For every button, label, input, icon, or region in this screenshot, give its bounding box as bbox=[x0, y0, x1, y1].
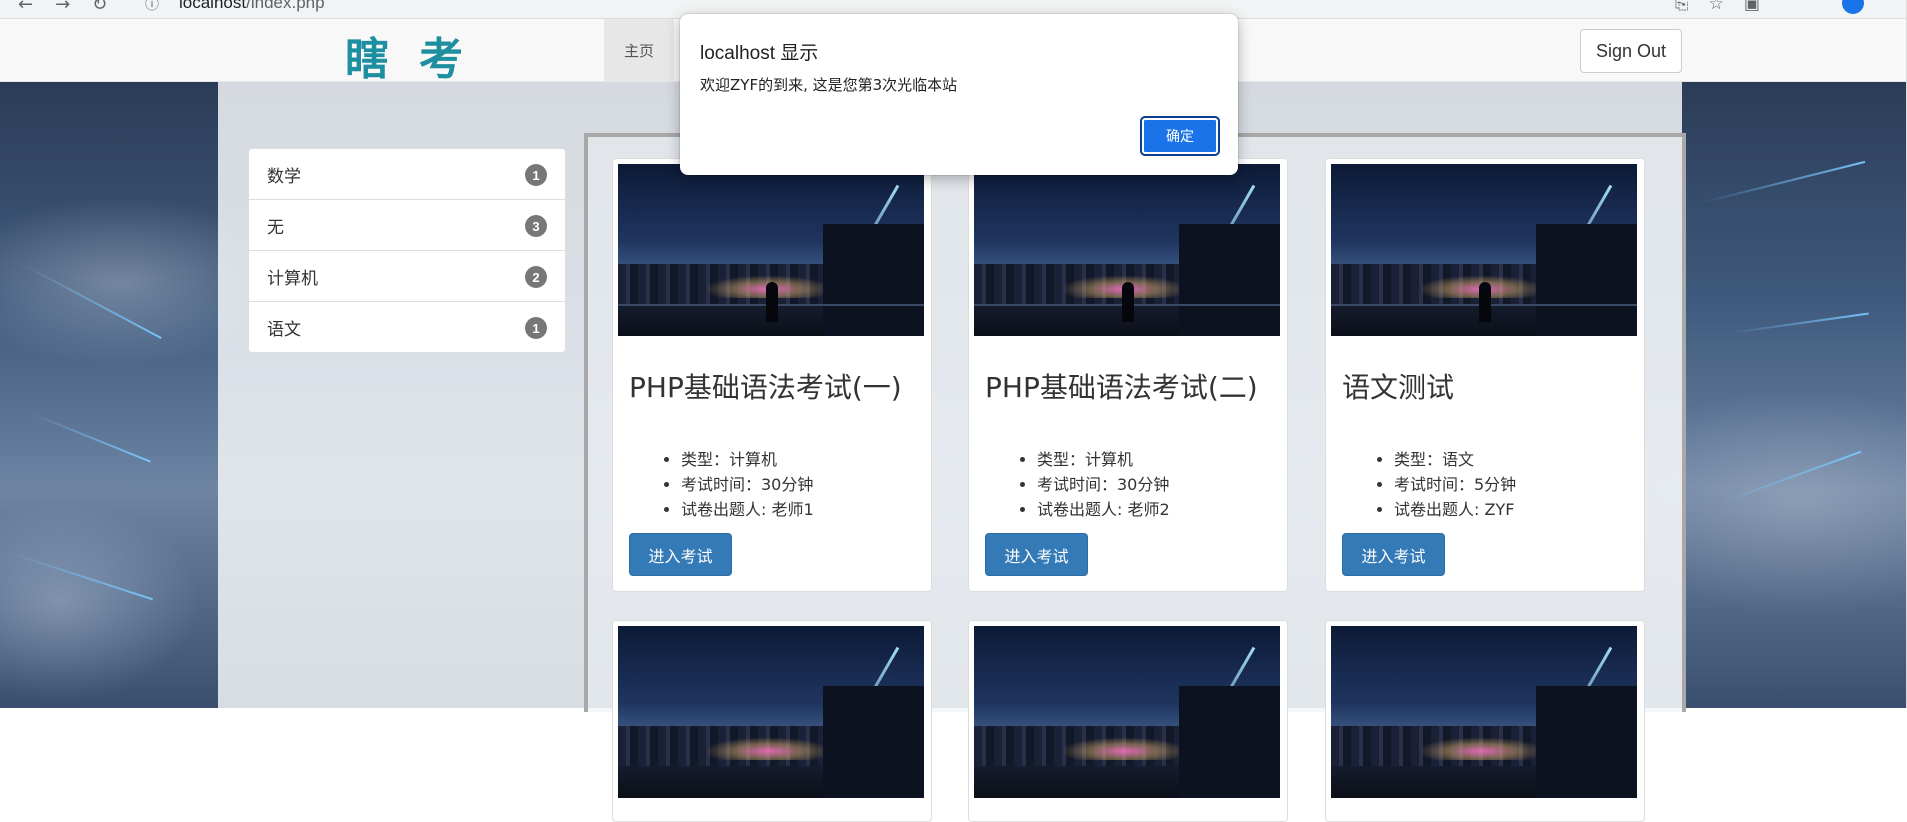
category-item[interactable]: 语文 1 bbox=[249, 302, 565, 352]
category-label: 语文 bbox=[267, 319, 301, 340]
exam-author: 试卷出题人: 老师1 bbox=[681, 497, 814, 522]
category-item[interactable]: 数学 1 bbox=[249, 149, 565, 200]
category-count-badge: 2 bbox=[525, 266, 547, 288]
exam-thumbnail bbox=[974, 626, 1280, 798]
exam-card bbox=[612, 620, 932, 822]
category-item[interactable]: 计算机 2 bbox=[249, 251, 565, 302]
address-bar[interactable]: ⓘ localhost/index.php bbox=[135, 0, 1725, 14]
category-label: 计算机 bbox=[267, 268, 318, 289]
exam-title: 语文测试 bbox=[1342, 371, 1455, 404]
sign-out-button[interactable]: Sign Out bbox=[1580, 29, 1682, 73]
url-path: /index.php bbox=[246, 0, 325, 12]
info-icon[interactable]: ⓘ bbox=[145, 0, 159, 14]
url-host: localhost bbox=[179, 0, 247, 12]
category-count-badge: 3 bbox=[525, 215, 547, 237]
nav-home-link[interactable]: 主页 bbox=[604, 19, 674, 81]
exam-thumbnail bbox=[1331, 164, 1637, 336]
exam-card: PHP基础语法考试(一) 类型：计算机 考试时间：30分钟 试卷出题人: 老师1… bbox=[612, 158, 932, 592]
meteor-streak bbox=[1699, 160, 1866, 204]
category-label: 无 bbox=[267, 217, 284, 238]
exam-duration: 考试时间：30分钟 bbox=[681, 472, 814, 497]
browser-nav-icons[interactable]: ←→↻ bbox=[18, 0, 129, 15]
category-item[interactable]: 无 3 bbox=[249, 200, 565, 251]
meteor-streak bbox=[19, 262, 162, 339]
exam-info-list: 类型：计算机 考试时间：30分钟 试卷出题人: 老师2 bbox=[1019, 447, 1170, 522]
category-label: 数学 bbox=[267, 166, 301, 187]
exam-title: PHP基础语法考试(二) bbox=[985, 371, 1258, 404]
exam-type: 类型：计算机 bbox=[681, 447, 814, 472]
exam-card bbox=[1325, 620, 1645, 822]
exam-card bbox=[968, 620, 1288, 822]
exam-thumbnail bbox=[974, 164, 1280, 336]
address-url: localhost/index.php bbox=[179, 0, 325, 13]
category-count-badge: 1 bbox=[525, 317, 547, 339]
enter-exam-button[interactable]: 进入考试 bbox=[1342, 533, 1445, 576]
category-list: 数学 1 无 3 计算机 2 语文 1 bbox=[248, 148, 566, 353]
meteor-streak bbox=[1719, 450, 1862, 504]
exam-thumbnail bbox=[618, 626, 924, 798]
exam-author: 试卷出题人: ZYF bbox=[1394, 497, 1516, 522]
alert-dialog: localhost 显示 欢迎ZYF的到来, 这是您第3次光临本站 确定 bbox=[680, 14, 1238, 175]
category-count-badge: 1 bbox=[525, 164, 547, 186]
exam-card: 语文测试 类型：语文 考试时间：5分钟 试卷出题人: ZYF 进入考试 bbox=[1325, 158, 1645, 592]
enter-exam-button[interactable]: 进入考试 bbox=[985, 533, 1088, 576]
exam-info-list: 类型：计算机 考试时间：30分钟 试卷出题人: 老师1 bbox=[663, 447, 814, 522]
meteor-streak bbox=[1729, 312, 1869, 334]
dialog-message: 欢迎ZYF的到来, 这是您第3次光临本站 bbox=[700, 76, 958, 94]
exam-info-list: 类型：语文 考试时间：5分钟 试卷出题人: ZYF bbox=[1376, 447, 1516, 522]
dialog-title: localhost 显示 bbox=[700, 43, 819, 64]
exam-thumbnail bbox=[618, 164, 924, 336]
exam-author: 试卷出题人: 老师2 bbox=[1037, 497, 1170, 522]
exam-thumbnail bbox=[1331, 626, 1637, 798]
enter-exam-button[interactable]: 进入考试 bbox=[629, 533, 732, 576]
profile-avatar[interactable] bbox=[1842, 0, 1864, 14]
meteor-streak bbox=[9, 552, 153, 601]
site-brand[interactable]: 瞎考 bbox=[345, 23, 493, 87]
exam-type: 类型：语文 bbox=[1394, 447, 1516, 472]
exam-title: PHP基础语法考试(一) bbox=[629, 371, 902, 404]
dialog-ok-button[interactable]: 确定 bbox=[1140, 116, 1220, 156]
exam-type: 类型：计算机 bbox=[1037, 447, 1170, 472]
exam-duration: 考试时间：5分钟 bbox=[1394, 472, 1516, 497]
exam-card: PHP基础语法考试(二) 类型：计算机 考试时间：30分钟 试卷出题人: 老师2… bbox=[968, 158, 1288, 592]
exam-duration: 考试时间：30分钟 bbox=[1037, 472, 1170, 497]
meteor-streak bbox=[29, 412, 151, 463]
browser-action-icons[interactable]: ⎘☆▣ bbox=[1675, 0, 1780, 14]
